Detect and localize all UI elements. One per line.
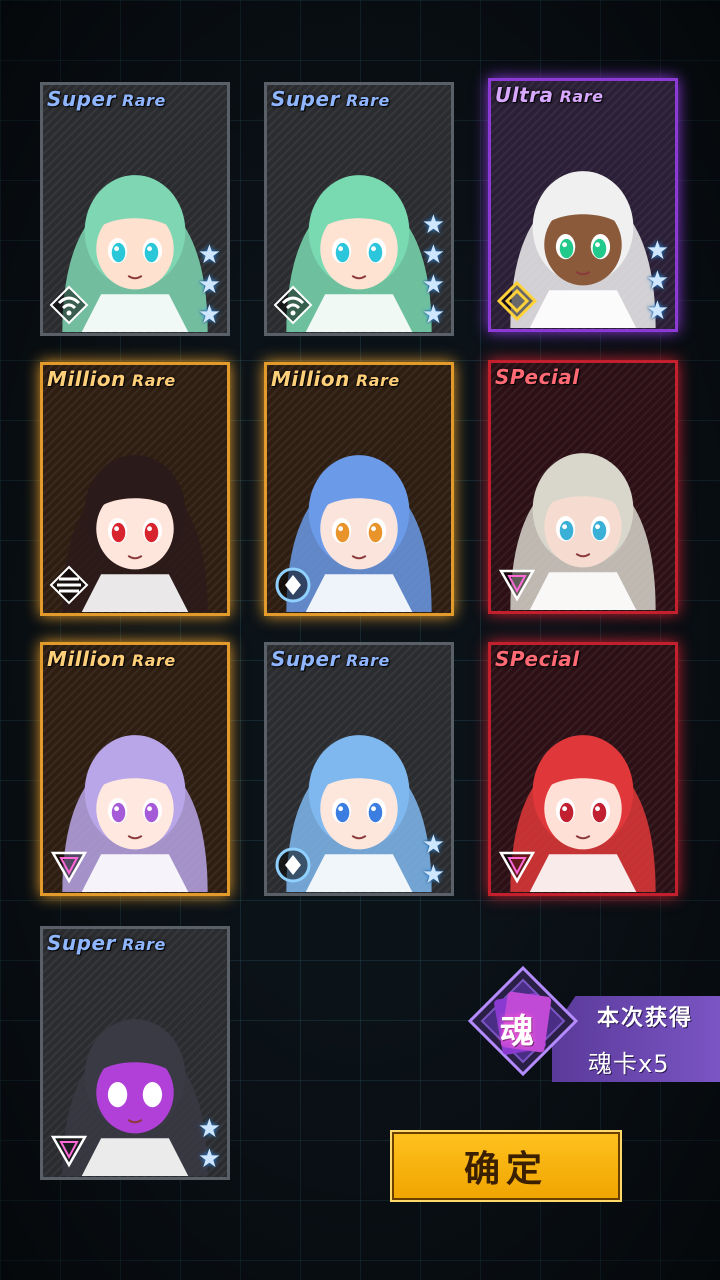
character-card[interactable]: Super Rare ★ ★ ★ <box>40 82 230 336</box>
rarity-label-primary: Super <box>271 647 340 671</box>
rarity-label-primary: Million <box>47 367 126 391</box>
star-icon: ★ <box>645 236 669 266</box>
rarity-label: Super Rare <box>271 87 390 111</box>
star-icon: ★ <box>197 270 221 300</box>
rarity-label-secondary: Rare <box>349 371 400 390</box>
rarity-label-primary: Super <box>47 87 116 111</box>
star-icon: ★ <box>645 266 669 296</box>
rarity-label-primary: SPecial <box>495 365 580 389</box>
rarity-label-primary: Million <box>47 647 126 671</box>
character-card[interactable]: SPecial <box>488 360 678 614</box>
rarity-label: Super Rare <box>271 647 390 671</box>
diamond-emblem-icon <box>497 281 537 321</box>
rarity-label: Super Rare <box>47 87 166 111</box>
character-card[interactable]: Super Rare ★ ★ <box>264 642 454 896</box>
rarity-label-secondary: Rare <box>553 87 604 106</box>
star-icon: ★ <box>645 296 669 326</box>
rarity-label-secondary: Rare <box>339 91 390 110</box>
star-icon: ★ <box>421 270 445 300</box>
triangle-emblem-icon <box>498 851 536 884</box>
reward-count: 魂卡x5 <box>588 1050 670 1078</box>
stripes-emblem-icon <box>49 565 89 605</box>
rarity-label: SPecial <box>495 647 580 671</box>
triangle-emblem-icon <box>498 569 536 602</box>
star-icon: ★ <box>197 1114 221 1144</box>
character-card[interactable]: Million Rare <box>40 362 230 616</box>
character-card[interactable]: SPecial <box>488 642 678 896</box>
rarity-label-secondary: Rare <box>125 651 176 670</box>
star-icon: ★ <box>197 240 221 270</box>
rarity-label-primary: Super <box>271 87 340 111</box>
wifi-emblem-icon <box>49 285 89 325</box>
rarity-label-primary: Ultra <box>495 83 554 107</box>
star-rating: ★ ★ ★ <box>646 237 669 325</box>
star-rating: ★ ★ ★ <box>198 241 221 329</box>
star-icon: ★ <box>421 210 445 240</box>
triangle-emblem-icon <box>50 1135 88 1168</box>
rarity-label-primary: SPecial <box>495 647 580 671</box>
reward-title: 本次获得 <box>597 1006 694 1031</box>
star-icon: ★ <box>421 240 445 270</box>
rarity-label-primary: Million <box>271 367 350 391</box>
rarity-label: Million Rare <box>271 367 400 391</box>
rarity-label-secondary: Rare <box>125 371 176 390</box>
rarity-label-secondary: Rare <box>339 651 390 670</box>
star-icon: ★ <box>197 1144 221 1174</box>
star-icon: ★ <box>421 860 445 890</box>
star-icon: ★ <box>421 830 445 860</box>
rarity-label: SPecial <box>495 365 580 389</box>
star-icon: ★ <box>197 300 221 330</box>
rarity-label: Ultra Rare <box>495 83 603 107</box>
ring-emblem-icon <box>275 847 311 883</box>
character-card[interactable]: Million Rare <box>264 362 454 616</box>
rarity-label-secondary: Rare <box>115 91 166 110</box>
soul-glyph: 魂 <box>500 1012 534 1052</box>
ring-emblem-icon <box>275 567 311 603</box>
star-rating: ★ ★ ★ ★ <box>422 211 445 329</box>
wifi-emblem-icon <box>273 285 313 325</box>
rarity-label: Million Rare <box>47 367 176 391</box>
character-card[interactable]: Super Rare ★ ★ <box>40 926 230 1180</box>
character-card[interactable]: Ultra Rare ★ ★ ★ <box>488 78 678 332</box>
star-rating: ★ ★ <box>422 831 445 889</box>
reward-badge: 魂 本次获得 魂卡x5 <box>462 960 720 1100</box>
rarity-label: Million Rare <box>47 647 176 671</box>
rarity-label-primary: Super <box>47 931 116 955</box>
rarity-label-secondary: Rare <box>115 935 166 954</box>
character-card[interactable]: Million Rare <box>40 642 230 896</box>
character-card[interactable]: Super Rare ★ ★ ★ ★ <box>264 82 454 336</box>
triangle-emblem-icon <box>50 851 88 884</box>
star-icon: ★ <box>421 300 445 330</box>
rarity-label: Super Rare <box>47 931 166 955</box>
star-rating: ★ ★ <box>198 1115 221 1173</box>
confirm-button[interactable]: 确定 <box>390 1130 622 1202</box>
